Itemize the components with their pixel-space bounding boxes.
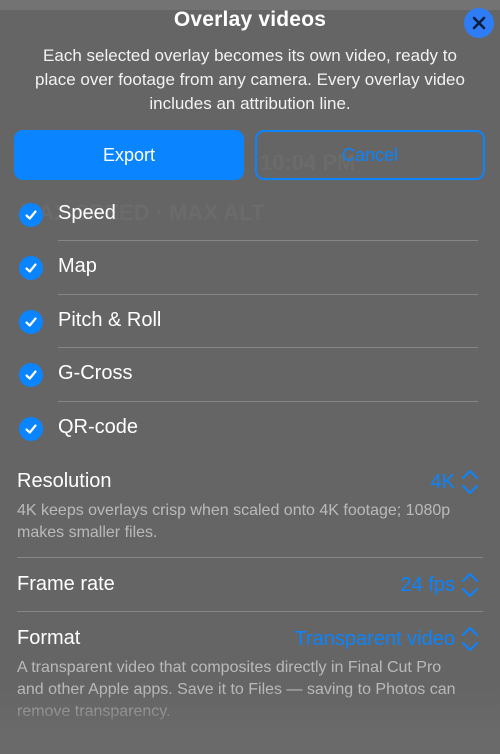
format-picker[interactable]: Transparent video	[295, 628, 455, 651]
divider	[17, 557, 483, 558]
overlay-label: Speed	[58, 202, 116, 224]
action-buttons: Export Cancel	[14, 130, 486, 180]
sheet-title: Overlay videos	[173, 8, 327, 31]
overlay-item-speed[interactable]: Speed	[0, 188, 500, 242]
close-button[interactable]	[464, 8, 494, 38]
close-icon	[472, 16, 486, 30]
format-label: Format	[17, 627, 81, 649]
checkmark-icon[interactable]	[19, 203, 43, 227]
sheet-description: Each selected overlay becomes its own vi…	[35, 46, 465, 113]
checkmark-icon[interactable]	[19, 309, 43, 334]
overlay-label: G-Cross	[58, 362, 133, 385]
resolution-note: 4K keeps overlays crisp when scaled onto…	[17, 502, 451, 541]
overlay-label: Map	[58, 255, 97, 278]
checkmark-icon[interactable]	[19, 256, 43, 281]
frame-rate-label: Frame rate	[17, 573, 115, 595]
resolution-picker[interactable]: 4K	[431, 471, 455, 494]
sheet-header: Overlay videos Each selected overlay bec…	[0, 8, 500, 116]
resolution-label: Resolution	[17, 470, 112, 492]
divider	[17, 611, 483, 612]
overlay-item-pitch-roll[interactable]: Pitch & Roll	[0, 295, 500, 349]
export-button[interactable]: Export	[14, 130, 244, 180]
resolution-setting: Resolution 4K 4K keeps overlays crisp wh…	[17, 470, 483, 558]
frame-rate-setting: Frame rate 24 fps	[17, 573, 483, 613]
checkmark-icon[interactable]	[19, 416, 43, 441]
overlay-list: Speed Map Pitch & Roll G-Cross QR-code	[0, 188, 500, 455]
overlay-videos-sheet: Overlay videos Each selected overlay bec…	[0, 0, 500, 730]
overlay-item-qr-code[interactable]: QR-code	[0, 402, 500, 455]
chevron-up-down-icon[interactable]	[459, 568, 481, 607]
chevron-up-down-icon[interactable]	[459, 622, 481, 661]
overlay-label: Pitch & Roll	[58, 308, 162, 331]
scroll-fade	[0, 690, 500, 730]
cancel-button[interactable]: Cancel	[255, 130, 485, 180]
overlay-label: QR-code	[58, 415, 139, 438]
overlay-item-g-cross[interactable]: G-Cross	[0, 348, 500, 402]
checkmark-icon[interactable]	[19, 363, 43, 388]
frame-rate-picker[interactable]: 24 fps	[401, 574, 455, 597]
overlay-item-map[interactable]: Map	[0, 241, 500, 295]
chevron-up-down-icon[interactable]	[459, 465, 481, 504]
